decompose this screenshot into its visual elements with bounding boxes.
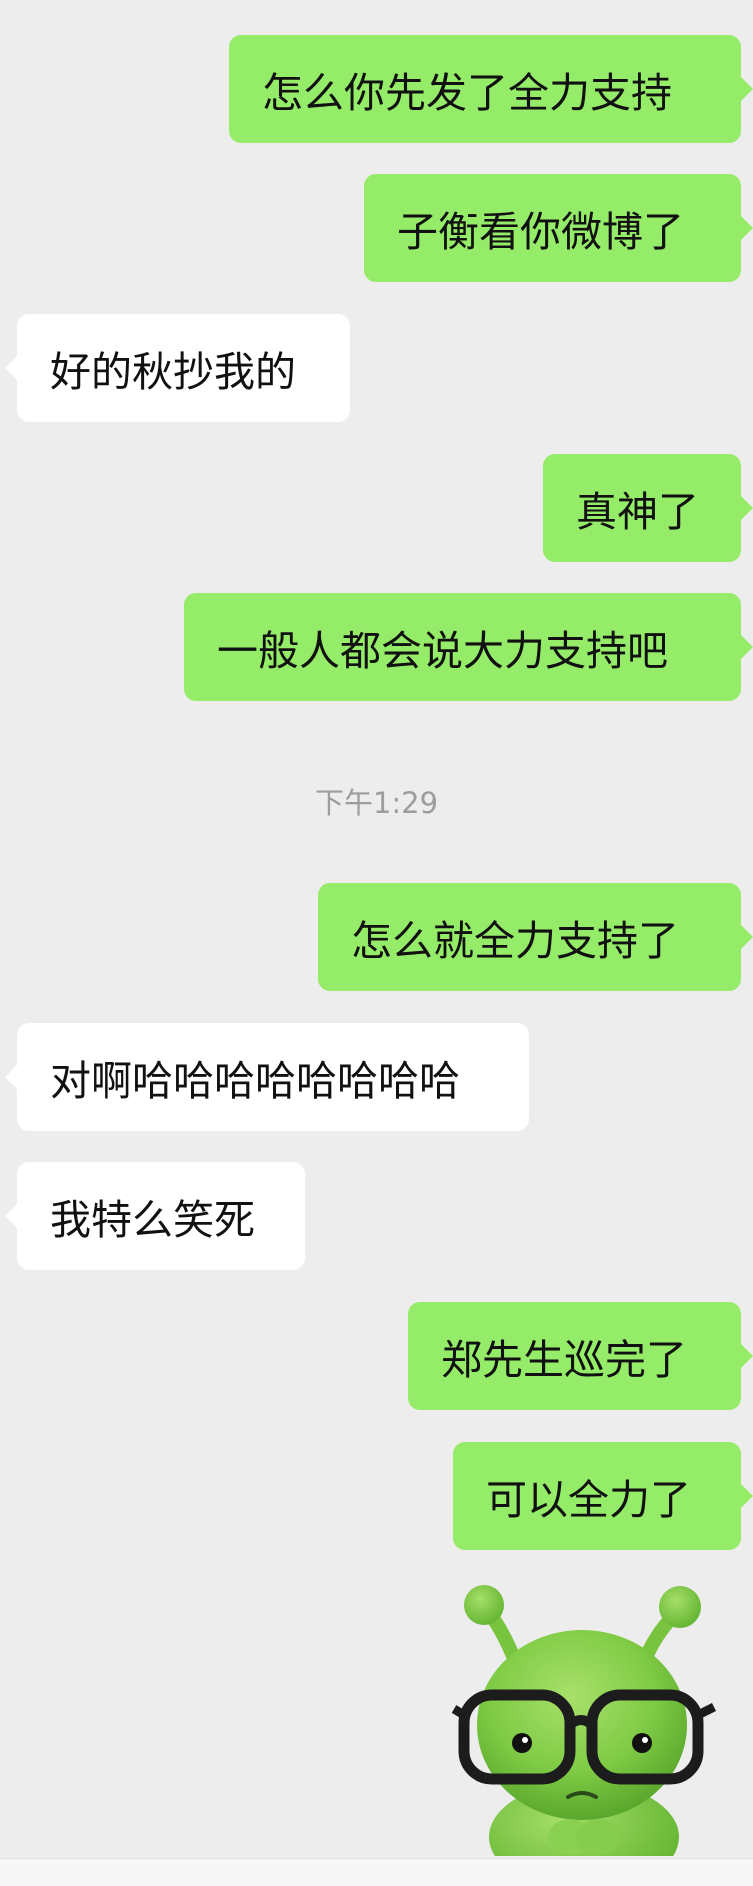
message-bubble-outgoing[interactable]: 可以全力了: [453, 1442, 753, 1550]
message-row-outgoing: 怎么你先发了全力支持: [229, 35, 753, 143]
message-row-outgoing: 怎么就全力支持了: [318, 883, 753, 991]
message-bubble-outgoing[interactable]: 郑先生巡完了: [408, 1302, 753, 1410]
message-bubble-outgoing[interactable]: 一般人都会说大力支持吧: [184, 593, 753, 701]
message-bubble-incoming[interactable]: 好的秋抄我的: [5, 314, 350, 422]
message-text: 我特么笑死: [50, 1196, 255, 1244]
message-timestamp: 下午1:29: [314, 786, 439, 820]
message-row-incoming: 我特么笑死: [5, 1162, 305, 1270]
message-row-outgoing: 郑先生巡完了: [408, 1302, 753, 1410]
message-row-outgoing: 子衡看你微博了: [364, 174, 753, 282]
message-text: 一般人都会说大力支持吧: [217, 627, 668, 675]
chat-area: 怎么你先发了全力支持 子衡看你微博了 好的秋抄我的 真神了 一般人都会说大力支持…: [0, 0, 753, 1856]
message-row-incoming: 好的秋抄我的: [5, 314, 350, 422]
message-text: 对啊哈哈哈哈哈哈哈哈: [50, 1057, 460, 1105]
message-row-outgoing: 一般人都会说大力支持吧: [184, 593, 753, 701]
message-text: 怎么你先发了全力支持: [262, 69, 672, 117]
message-row-outgoing: 可以全力了: [453, 1442, 753, 1550]
bottom-bar: [0, 1858, 753, 1886]
message-bubble-outgoing[interactable]: 真神了: [543, 454, 753, 562]
message-text: 可以全力了: [486, 1476, 691, 1524]
message-bubble-outgoing[interactable]: 怎么你先发了全力支持: [229, 35, 753, 143]
message-bubble-outgoing[interactable]: 怎么就全力支持了: [318, 883, 753, 991]
message-text: 子衡看你微博了: [397, 208, 684, 256]
message-bubble-incoming[interactable]: 对啊哈哈哈哈哈哈哈哈: [5, 1023, 529, 1131]
message-row-outgoing: 真神了: [543, 454, 753, 562]
message-bubble-outgoing[interactable]: 子衡看你微博了: [364, 174, 753, 282]
message-text: 好的秋抄我的: [50, 348, 296, 396]
message-row-incoming: 对啊哈哈哈哈哈哈哈哈: [5, 1023, 529, 1131]
green-alien-sticker-icon[interactable]: [451, 1575, 722, 1856]
message-text: 真神了: [576, 488, 699, 536]
message-bubble-incoming[interactable]: 我特么笑死: [5, 1162, 305, 1270]
message-text: 郑先生巡完了: [441, 1336, 687, 1384]
message-text: 怎么就全力支持了: [351, 917, 679, 965]
